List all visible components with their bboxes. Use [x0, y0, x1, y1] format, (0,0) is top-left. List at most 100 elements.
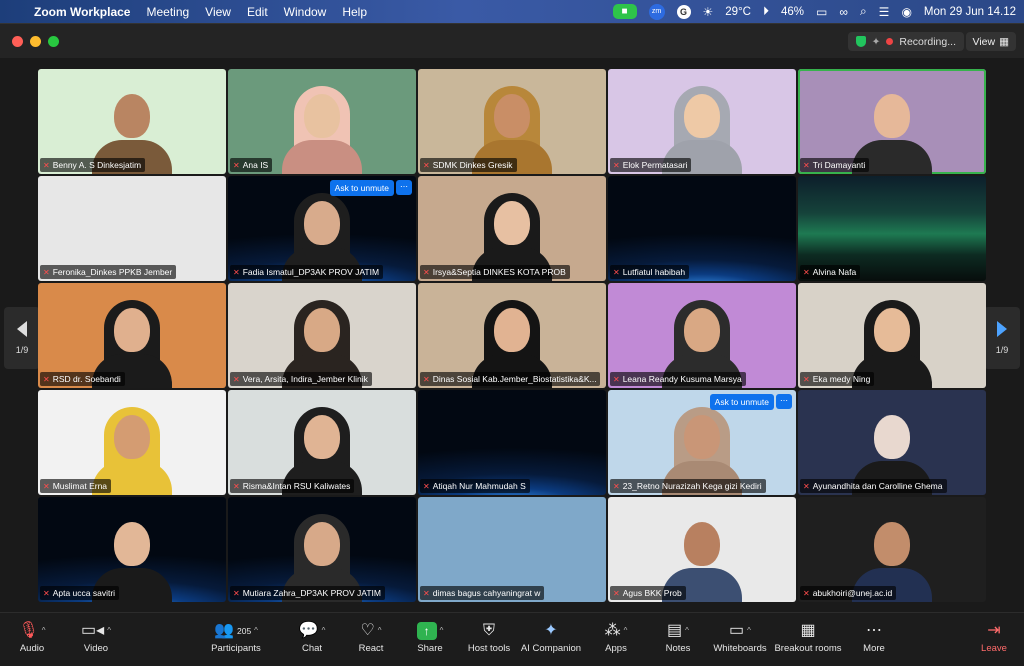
chevron-up-icon[interactable]: ^ — [254, 619, 258, 643]
participant-tile[interactable]: ✕ Eka medy Ning — [798, 283, 986, 388]
recording-indicator[interactable]: ✦ Recording... — [847, 32, 964, 51]
ask-to-unmute-button[interactable]: Ask to unmute — [329, 180, 394, 196]
temperature-text[interactable]: 29°C — [725, 6, 751, 18]
apps-icon: ⁂ — [604, 622, 621, 639]
participant-tile[interactable]: ✕ Muslimat Erna — [38, 390, 226, 495]
chevron-up-icon[interactable]: ^ — [378, 619, 382, 643]
menu-help[interactable]: Help — [342, 5, 367, 19]
battery-percent[interactable]: 46% — [781, 6, 804, 18]
minimize-window-button[interactable] — [30, 36, 41, 47]
participant-name: Muslimat Erna — [52, 481, 108, 491]
more-options-icon[interactable]: ⋯ — [776, 394, 792, 409]
chevron-up-icon[interactable]: ^ — [685, 619, 689, 643]
muted-microphone-icon: ✕ — [613, 267, 620, 277]
weather-icon[interactable]: ☀ — [703, 5, 714, 19]
participant-name: abukhoiri@unej.ac.id — [812, 588, 893, 598]
participant-tile[interactable]: ✕ RSD dr. Soebandi — [38, 283, 226, 388]
muted-microphone-icon: ✕ — [233, 160, 240, 170]
chevron-up-icon[interactable]: ^ — [747, 619, 751, 643]
participant-tile[interactable]: ✕ Apta ucca savitri — [38, 497, 226, 602]
siri-icon[interactable]: ◉ — [901, 5, 911, 19]
chevron-up-icon[interactable]: ^ — [107, 619, 111, 643]
link-icon[interactable]: ∞ — [839, 5, 848, 19]
participant-tile[interactable]: ✕ Feronika_Dinkes PPKB Jember — [38, 176, 226, 281]
participant-tile[interactable]: ✕ Alvina Nafa — [798, 176, 986, 281]
video-button[interactable]: ▭◂ ^ Video — [56, 619, 136, 654]
participant-name: Leana Reandy Kusuma Marsya — [622, 374, 742, 384]
recording-label: Recording... — [899, 35, 956, 48]
fullscreen-window-button[interactable] — [48, 36, 59, 47]
participant-tile[interactable]: ✕ Ayunandhita dan Carolline Ghema — [798, 390, 986, 495]
participant-tile[interactable]: ✕ Lutfiatul habibah — [608, 176, 796, 281]
menu-window[interactable]: Window — [284, 5, 327, 19]
menu-meeting[interactable]: Meeting — [146, 5, 189, 19]
video-gallery: ✕ Benny A. S Dinkesjatim ✕ Ana IS ✕ SDMK Dink… — [38, 69, 986, 602]
battery-icon[interactable]: ▭ — [816, 5, 827, 19]
muted-microphone-icon: ✕ — [803, 374, 810, 384]
search-icon[interactable]: ⌕ — [860, 4, 867, 19]
previous-page-button[interactable]: 1/9 — [4, 307, 40, 369]
muted-microphone-icon: ✕ — [423, 267, 430, 277]
muted-microphone-icon: ✕ — [803, 481, 810, 491]
participant-tile[interactable]: ✕ SDMK Dinkes Gresik — [418, 69, 606, 174]
participant-tile[interactable]: ✕ Benny A. S Dinkesjatim — [38, 69, 226, 174]
participant-tile[interactable]: Ask to unmute ⋯ ✕ 23_Retno Nurazizah Kega g… — [608, 390, 796, 495]
chevron-up-icon[interactable]: ^ — [624, 619, 628, 643]
grid-view-icon: ▦ — [999, 35, 1009, 48]
chat-icon: 💬 — [298, 622, 319, 639]
app-menu[interactable]: Zoom Workplace — [34, 5, 130, 19]
zoom-status-icon[interactable]: zm — [648, 3, 665, 20]
muted-microphone-icon: ✕ — [423, 481, 430, 491]
participant-video — [282, 86, 362, 174]
participant-tile[interactable]: ✕ Risma&Intan RSU Kaliwates — [228, 390, 416, 495]
participant-tile[interactable]: ✕ Vera, Arsita, Indira_Jember Klinik — [228, 283, 416, 388]
ask-to-unmute-button[interactable]: Ask to unmute — [709, 394, 774, 410]
participant-tile[interactable]: ✕ Elok Permatasari — [608, 69, 796, 174]
audio-label: Audio — [19, 643, 45, 654]
grammarly-icon[interactable]: G — [676, 4, 691, 19]
chevron-up-icon[interactable]: ^ — [440, 619, 444, 643]
more-options-icon[interactable]: ⋯ — [396, 180, 412, 195]
video-camera-icon: ▭◂ — [81, 622, 105, 639]
view-label: View — [972, 35, 996, 48]
apps-label: Apps — [605, 643, 627, 654]
view-button[interactable]: View ▦ — [965, 32, 1016, 51]
participant-tile[interactable]: ✕ Atiqah Nur Mahmudah S — [418, 390, 606, 495]
participant-tile[interactable]: ✕ Irsya&Septia DINKES KOTA PROB — [418, 176, 606, 281]
participant-tile[interactable]: ✕ abukhoiri@unej.ac.id — [798, 497, 986, 602]
leave-button[interactable]: ⇥ Leave — [954, 619, 1024, 654]
participant-tile[interactable]: Ask to unmute ⋯ ✕ Fadia Ismatul_DP3AK PROV … — [228, 176, 416, 281]
participant-tile[interactable]: ✕ Dinas Sosial Kab.Jember_Biostatistika&K… — [418, 283, 606, 388]
more-button[interactable]: ⋯ More — [834, 619, 914, 654]
participant-tile[interactable]: ✕ Leana Reandy Kusuma Marsya — [608, 283, 796, 388]
participant-tile[interactable]: ✕ Agus BKK Prob — [608, 497, 796, 602]
close-window-button[interactable] — [12, 36, 23, 47]
recording-dot-icon — [886, 38, 894, 45]
page-indicator-right: 1/9 — [995, 345, 1009, 355]
menu-view[interactable]: View — [205, 5, 231, 19]
camera-in-use-icon[interactable]: ■ — [612, 4, 637, 19]
play-status-icon[interactable]: ⏵ — [763, 4, 769, 19]
participant-tile[interactable]: ✕ Mutiara Zahra_DP3AK PROV JATIM — [228, 497, 416, 602]
muted-microphone-icon: 🎙 — [18, 622, 39, 639]
encryption-shield-icon — [855, 36, 866, 47]
muted-microphone-icon: ✕ — [613, 481, 620, 491]
participant-tile[interactable]: ✕ Tri Damayanti — [798, 69, 986, 174]
participant-name: RSD dr. Soebandi — [52, 374, 121, 384]
muted-microphone-icon: ✕ — [803, 267, 810, 277]
muted-microphone-icon: ✕ — [233, 481, 240, 491]
participants-button[interactable]: 👥 205 ^ Participants — [196, 619, 276, 654]
participant-name-tag: ✕ Irsya&Septia DINKES KOTA PROB — [420, 265, 570, 279]
control-center-icon[interactable]: ☰ — [879, 5, 890, 19]
chevron-up-icon[interactable]: ^ — [42, 619, 46, 643]
whiteboard-icon: ▭ — [729, 622, 745, 639]
menubar-clock[interactable]: Mon 29 Jun 14.12 — [924, 6, 1016, 18]
participant-tile[interactable]: ✕ Ana IS — [228, 69, 416, 174]
menu-edit[interactable]: Edit — [247, 5, 268, 19]
participant-tile[interactable]: ✕ dimas bagus cahyaningrat w — [418, 497, 606, 602]
chevron-up-icon[interactable]: ^ — [322, 619, 326, 643]
participant-name-tag: ✕ Mutiara Zahra_DP3AK PROV JATIM — [230, 586, 385, 600]
participant-name-tag: ✕ Dinas Sosial Kab.Jember_Biostatistika&K… — [420, 372, 601, 386]
next-page-button[interactable]: 1/9 — [984, 307, 1020, 369]
participant-name: Benny A. S Dinkesjatim — [52, 160, 142, 170]
